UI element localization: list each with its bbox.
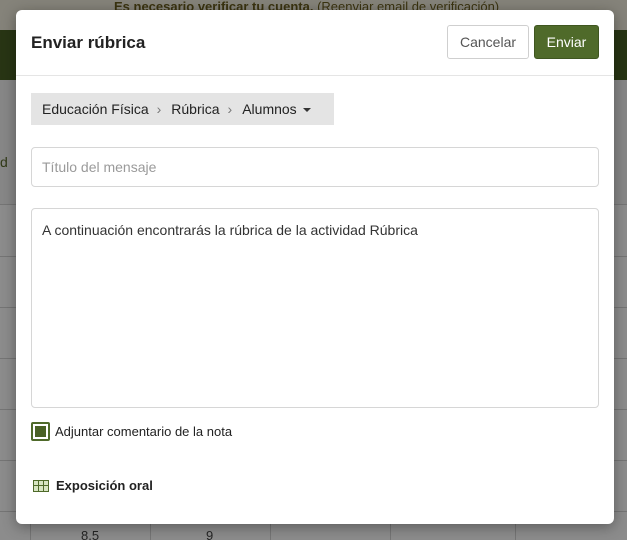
message-body-textarea[interactable]: A continuación encontrarás la rúbrica de… <box>31 208 599 408</box>
rubric-attachment[interactable]: Exposición oral <box>33 478 153 493</box>
attach-comment-label: Adjuntar comentario de la nota <box>55 424 233 439</box>
breadcrumb-item-rubric[interactable]: Rúbrica <box>171 101 219 117</box>
chevron-right-icon: › <box>156 101 162 117</box>
modal-title: Enviar rúbrica <box>31 33 146 52</box>
breadcrumb-item-students-dropdown[interactable]: Alumnos <box>242 101 311 117</box>
send-button[interactable]: Enviar <box>534 25 599 59</box>
recipient-breadcrumb: Educación Física › Rúbrica › Alumnos <box>31 93 334 125</box>
rubric-attachment-label: Exposición oral <box>56 478 153 493</box>
cancel-button[interactable]: Cancelar <box>447 25 529 59</box>
attach-comment-option[interactable]: Adjuntar comentario de la nota <box>31 422 232 441</box>
message-title-input[interactable] <box>31 147 599 187</box>
caret-down-icon <box>302 108 311 113</box>
send-rubric-modal: Enviar rúbrica Cancelar Enviar Educación… <box>16 10 614 524</box>
breadcrumb-item-course[interactable]: Educación Física <box>42 101 149 117</box>
checkbox-checked-indicator <box>35 426 46 437</box>
rubric-grid-icon <box>33 479 49 492</box>
breadcrumb-item-students: Alumnos <box>242 101 297 117</box>
attach-comment-checkbox[interactable] <box>31 422 50 441</box>
chevron-right-icon: › <box>227 101 233 117</box>
modal-header: Enviar rúbrica Cancelar Enviar <box>16 10 614 76</box>
